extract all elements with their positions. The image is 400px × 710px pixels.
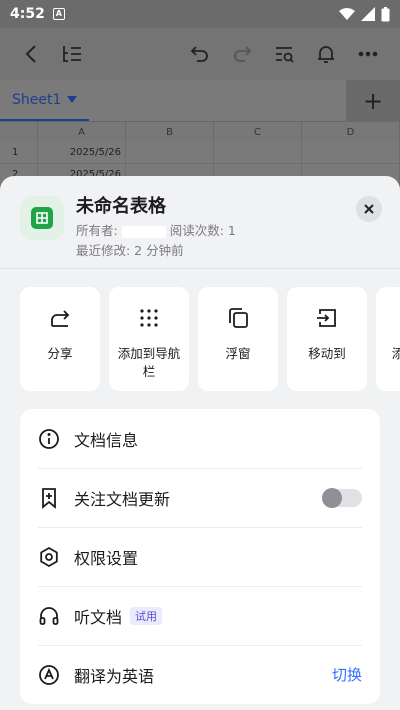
toggle-knob bbox=[322, 487, 342, 508]
owner-name-redacted bbox=[121, 225, 166, 238]
redo-button[interactable] bbox=[222, 34, 262, 74]
quick-actions-row: 分享 添加到导航栏 浮窗 移动到 添 bbox=[0, 269, 400, 393]
document-title: 未命名表格 bbox=[76, 196, 166, 217]
status-bar: 4:52 A bbox=[0, 0, 400, 28]
info-icon bbox=[38, 428, 60, 450]
bell-icon bbox=[318, 46, 334, 63]
last-modified: 最近修改: 2 分钟前 bbox=[76, 243, 184, 258]
follow-updates-toggle[interactable] bbox=[322, 487, 362, 508]
column-header-row: A B C D bbox=[0, 122, 400, 142]
sheet-tab-bar: Sheet1 + bbox=[0, 79, 400, 122]
translate-icon bbox=[38, 664, 60, 686]
menu-item-permissions[interactable]: 权限设置 bbox=[20, 527, 380, 586]
float-window-icon bbox=[226, 305, 250, 331]
tab-sheet1[interactable]: Sheet1 bbox=[0, 80, 90, 121]
menu-item-follow-updates[interactable]: 关注文档更新 bbox=[20, 468, 380, 527]
float-window-button[interactable]: 浮窗 bbox=[198, 287, 278, 391]
switch-language-link[interactable]: 切换 bbox=[332, 664, 362, 685]
menu-item-label: 权限设置 bbox=[74, 548, 139, 568]
share-icon bbox=[48, 305, 72, 331]
document-owner-line: 所有者: 阅读次数: 1 bbox=[76, 221, 236, 241]
action-label: 添加到导航栏 bbox=[117, 346, 181, 379]
undo-icon bbox=[190, 46, 208, 62]
cell[interactable] bbox=[214, 142, 302, 163]
add-sheet-button[interactable]: + bbox=[346, 79, 400, 122]
cell[interactable] bbox=[302, 142, 400, 163]
back-icon bbox=[25, 45, 36, 63]
battery-icon bbox=[381, 6, 390, 21]
menu-item-label: 翻译为英语 bbox=[74, 666, 155, 686]
bookmark-plus-icon bbox=[38, 487, 60, 509]
status-time: 4:52 bbox=[10, 6, 45, 22]
corner-cell bbox=[0, 122, 38, 142]
redo-icon bbox=[234, 46, 252, 62]
undo-button[interactable] bbox=[180, 34, 220, 74]
table-grid-icon bbox=[36, 212, 48, 224]
gear-icon bbox=[38, 546, 60, 568]
cell[interactable]: 2025/5/26 bbox=[38, 142, 126, 163]
document-info: 未命名表格 所有者: 阅读次数: 1 最近修改: 2 分钟前 bbox=[76, 196, 236, 268]
read-count: 阅读次数: 1 bbox=[169, 223, 236, 238]
column-header[interactable]: C bbox=[214, 122, 302, 142]
add-to-nav-button[interactable]: 添加到导航栏 bbox=[109, 287, 189, 391]
more-button[interactable] bbox=[348, 34, 388, 74]
wifi-icon bbox=[339, 8, 355, 20]
grid-dots-icon bbox=[137, 305, 161, 331]
more-actions-sheet: 未命名表格 所有者: 阅读次数: 1 最近修改: 2 分钟前 分享 添加到导航栏… bbox=[0, 176, 400, 710]
column-header[interactable]: B bbox=[126, 122, 214, 142]
menu-item-listen[interactable]: 听文档 试用 bbox=[20, 586, 380, 645]
move-to-button[interactable]: 移动到 bbox=[287, 287, 367, 391]
row-number[interactable]: 1 bbox=[0, 142, 38, 163]
column-header[interactable]: A bbox=[38, 122, 126, 142]
partial-icon bbox=[388, 305, 400, 331]
outline-button[interactable] bbox=[52, 34, 92, 74]
spreadsheet-icon bbox=[31, 207, 53, 229]
signal-icon bbox=[361, 7, 375, 21]
menu-item-label: 文档信息 bbox=[74, 430, 139, 450]
menu-item-label: 关注文档更新 bbox=[74, 489, 171, 509]
action-label: 移动到 bbox=[308, 346, 346, 361]
outline-icon bbox=[63, 46, 81, 62]
owner-label: 所有者: bbox=[76, 223, 118, 238]
menu-item-translate[interactable]: 翻译为英语 切换 bbox=[20, 645, 380, 704]
sheet-tab-label: Sheet1 bbox=[12, 91, 62, 108]
table-row: 1 2025/5/26 bbox=[0, 142, 400, 164]
action-label: 添 bbox=[391, 346, 400, 361]
document-header: 未命名表格 所有者: 阅读次数: 1 最近修改: 2 分钟前 bbox=[0, 176, 400, 268]
headphones-icon bbox=[38, 605, 60, 627]
close-button[interactable] bbox=[356, 196, 382, 222]
find-button[interactable] bbox=[264, 34, 304, 74]
share-button[interactable]: 分享 bbox=[20, 287, 100, 391]
move-to-icon bbox=[315, 305, 339, 331]
action-label: 分享 bbox=[47, 346, 73, 361]
cell[interactable] bbox=[126, 142, 214, 163]
notification-badge-icon: A bbox=[52, 8, 65, 20]
trial-badge: 试用 bbox=[130, 606, 163, 625]
partial-action-button[interactable]: 添 bbox=[376, 287, 400, 391]
status-icons bbox=[339, 6, 390, 22]
back-button[interactable] bbox=[12, 34, 52, 74]
action-label: 浮窗 bbox=[225, 346, 251, 361]
column-header[interactable]: D bbox=[302, 122, 400, 142]
notification-button[interactable] bbox=[306, 34, 346, 74]
search-doc-icon bbox=[276, 47, 294, 63]
caret-down-icon bbox=[67, 95, 78, 103]
options-menu: 文档信息 关注文档更新 权限设置 听文档 试用 翻译为英语 切换 bbox=[20, 409, 380, 704]
menu-item-label: 听文档 bbox=[74, 607, 123, 627]
more-icon bbox=[358, 51, 378, 57]
close-icon bbox=[364, 204, 374, 214]
menu-item-document-info[interactable]: 文档信息 bbox=[20, 409, 380, 468]
sheet-doc-icon bbox=[20, 196, 64, 240]
editor-toolbar bbox=[0, 28, 400, 80]
